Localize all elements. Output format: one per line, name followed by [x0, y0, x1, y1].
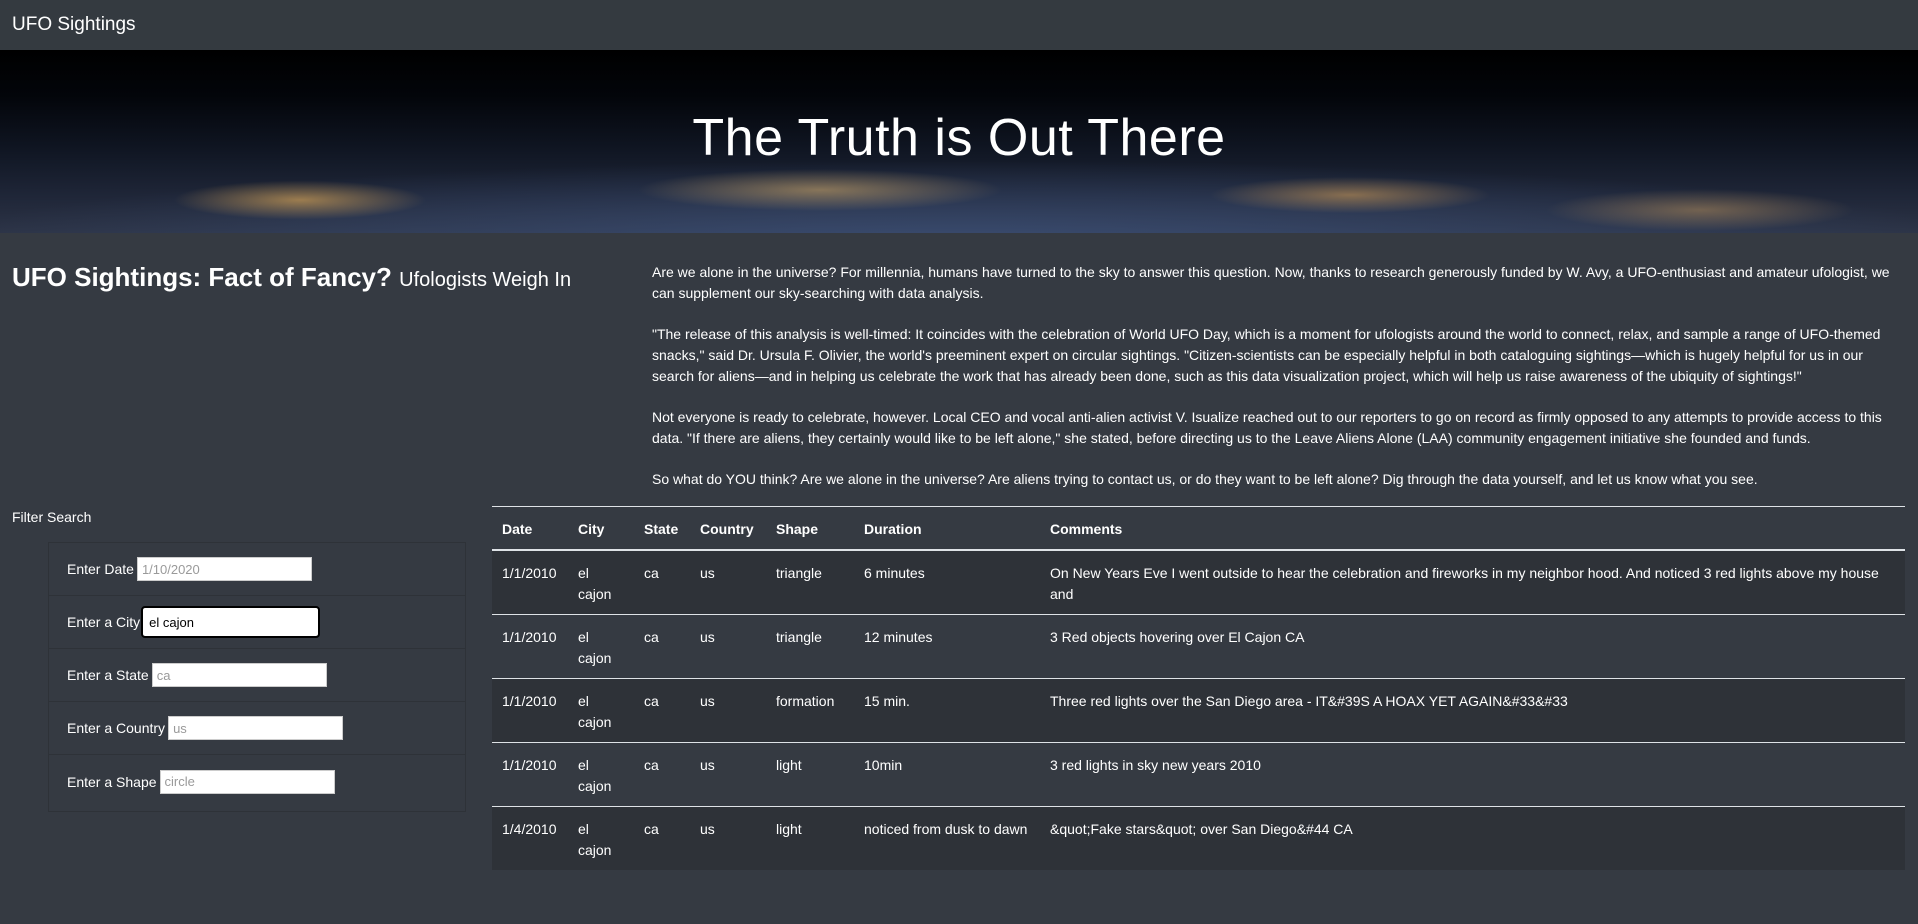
cell-duration: 12 minutes [854, 614, 1040, 679]
cell-duration: 10min [854, 742, 1040, 807]
state-label: Enter a State [67, 667, 149, 683]
cell-city: el cajon [568, 678, 634, 743]
cell-comments: 3 red lights in sky new years 2010 [1040, 742, 1905, 807]
cell-city: el cajon [568, 614, 634, 679]
cell-state: ca [634, 806, 690, 870]
cell-country: us [690, 742, 766, 807]
column-header-country: Country [690, 506, 766, 551]
date-input[interactable] [136, 557, 312, 581]
navbar-brand[interactable]: UFO Sightings [12, 14, 136, 36]
column-header-comments: Comments [1040, 506, 1905, 551]
cell-shape: triangle [766, 614, 854, 679]
filter-row-date: Enter Date [49, 543, 465, 596]
column-header-duration: Duration [854, 506, 1040, 551]
cell-date: 1/1/2010 [492, 550, 568, 615]
article: Are we alone in the universe? For millen… [652, 262, 1897, 510]
cell-country: us [690, 614, 766, 679]
filter-row-country: Enter a Country [49, 702, 465, 755]
cell-duration: noticed from dusk to dawn [854, 806, 1040, 870]
cell-date: 1/1/2010 [492, 678, 568, 743]
headline-main: UFO Sightings: Fact of Fancy? [12, 262, 392, 292]
cell-date: 1/1/2010 [492, 614, 568, 679]
cell-duration: 6 minutes [854, 550, 1040, 615]
cell-state: ca [634, 550, 690, 615]
cell-shape: light [766, 742, 854, 807]
ufo-table-container: Date City State Country Shape Duration C… [492, 506, 1905, 870]
country-input[interactable] [168, 716, 344, 740]
cell-date: 1/1/2010 [492, 742, 568, 807]
cell-country: us [690, 806, 766, 870]
cell-state: ca [634, 678, 690, 743]
table-row: 1/1/2010 el cajon ca us light 10min 3 re… [492, 742, 1905, 807]
article-paragraph: Are we alone in the universe? For millen… [652, 264, 1890, 301]
article-paragraph: "The release of this analysis is well-ti… [652, 326, 1881, 384]
cell-country: us [690, 678, 766, 743]
column-header-date: Date [492, 506, 568, 551]
column-header-shape: Shape [766, 506, 854, 551]
date-label: Enter Date [67, 561, 134, 577]
article-paragraph: Not everyone is ready to celebrate, howe… [652, 409, 1882, 446]
cell-duration: 15 min. [854, 678, 1040, 743]
cell-comments: &quot;Fake stars&quot; over San Diego&#4… [1040, 806, 1905, 870]
city-label: Enter a City [67, 614, 141, 630]
table-row: 1/1/2010 el cajon ca us triangle 6 minut… [492, 550, 1905, 615]
ufo-table: Date City State Country Shape Duration C… [492, 506, 1905, 870]
navbar: UFO Sightings [0, 0, 1918, 51]
filter-row-state: Enter a State [49, 649, 465, 702]
city-input[interactable] [141, 606, 321, 638]
cell-state: ca [634, 614, 690, 679]
cell-city: el cajon [568, 550, 634, 615]
cell-date: 1/4/2010 [492, 806, 568, 870]
table-row: 1/1/2010 el cajon ca us formation 15 min… [492, 678, 1905, 743]
column-header-city: City [568, 506, 634, 551]
country-label: Enter a Country [67, 720, 166, 736]
article-paragraph: So what do YOU think? Are we alone in th… [652, 471, 1758, 487]
table-row: 1/4/2010 el cajon ca us light noticed fr… [492, 806, 1905, 870]
cell-country: us [690, 550, 766, 615]
page-title: UFO Sightings: Fact of Fancy? Ufologists… [12, 262, 612, 293]
cell-shape: light [766, 806, 854, 870]
table-header-row: Date City State Country Shape Duration C… [492, 506, 1905, 551]
headline-sub: Ufologists Weigh In [399, 269, 572, 291]
filter-row-city: Enter a City [49, 596, 465, 649]
cell-city: el cajon [568, 806, 634, 870]
cell-comments: On New Years Eve I went outside to hear … [1040, 550, 1905, 615]
hero-banner: The Truth is Out There [0, 50, 1918, 233]
cell-state: ca [634, 742, 690, 807]
cell-shape: formation [766, 678, 854, 743]
filter-form: Enter Date Enter a City Enter a State En… [48, 542, 466, 812]
cell-city: el cajon [568, 742, 634, 807]
cell-shape: triangle [766, 550, 854, 615]
column-header-state: State [634, 506, 690, 551]
table-row: 1/1/2010 el cajon ca us triangle 12 minu… [492, 614, 1905, 679]
shape-label: Enter a Shape [67, 773, 157, 790]
cell-comments: 3 Red objects hovering over El Cajon CA [1040, 614, 1905, 679]
hero-title: The Truth is Out There [692, 109, 1226, 167]
state-input[interactable] [151, 663, 327, 687]
shape-input[interactable] [159, 769, 335, 794]
filter-row-shape: Enter a Shape [49, 755, 465, 808]
filter-search-title: Filter Search [12, 509, 92, 525]
cell-comments: Three red lights over the San Diego area… [1040, 678, 1905, 743]
